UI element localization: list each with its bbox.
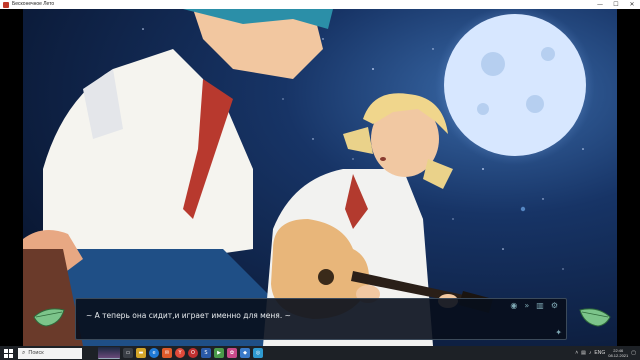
leaf-back-icon[interactable] xyxy=(32,306,66,328)
store-icon[interactable]: ◆ xyxy=(240,348,250,358)
yandex-icon[interactable]: Y xyxy=(175,348,185,358)
chevron-up-icon[interactable]: ˄ xyxy=(575,350,578,356)
clock[interactable]: 22:46 08.12.2021 xyxy=(608,348,628,358)
media-icon[interactable]: ▶ xyxy=(214,348,224,358)
start-button[interactable] xyxy=(0,346,16,360)
game-scene[interactable] xyxy=(23,9,617,346)
title-bar: Бесконечное Лето — ☐ ✕ xyxy=(0,0,640,9)
letterbox-right xyxy=(617,9,640,346)
mail-icon[interactable]: ✉ xyxy=(162,348,172,358)
taskbar: ⌕ Поиск ▭ ▬ e ✉ Y O S ▶ ✿ ◆ ◎ ˄ ▤ ♪ ENG … xyxy=(0,346,640,360)
notification-icon[interactable]: ▢ xyxy=(631,350,636,356)
window-title: Бесконечное Лето xyxy=(12,1,55,7)
star-icon[interactable]: ✦ xyxy=(555,328,562,337)
search-placeholder: Поиск xyxy=(28,350,44,356)
moon xyxy=(444,14,586,156)
task-view-icon[interactable]: ▭ xyxy=(123,348,133,358)
opera-icon[interactable]: O xyxy=(188,348,198,358)
steam-icon[interactable]: S xyxy=(201,348,211,358)
network-icon[interactable]: ▤ xyxy=(581,350,586,356)
search-input[interactable]: ⌕ Поиск xyxy=(18,347,82,359)
skip-icon[interactable]: » xyxy=(524,301,529,310)
game-icon xyxy=(3,1,9,8)
scene-artwork xyxy=(23,9,617,346)
search-icon: ⌕ xyxy=(22,349,26,356)
dialogue-text: ~ А теперь она сидит,и играет именно для… xyxy=(86,311,291,320)
letterbox-left xyxy=(0,9,23,346)
browser-icon[interactable]: e xyxy=(149,348,159,358)
dialogue-box[interactable]: ~ А теперь она сидит,и играет именно для… xyxy=(75,298,567,340)
windows-icon xyxy=(3,348,13,358)
minimize-button[interactable]: — xyxy=(592,0,608,9)
clock-date: 08.12.2021 xyxy=(608,353,629,358)
taskbar-apps: ▭ ▬ e ✉ Y O S ▶ ✿ ◆ ◎ xyxy=(98,347,263,359)
maximize-button[interactable]: ☐ xyxy=(608,0,624,9)
file-explorer-icon[interactable]: ▬ xyxy=(136,348,146,358)
eye-icon[interactable]: ◉ xyxy=(510,301,517,310)
dialogue-menu: ◉ » ▥ ⚙ xyxy=(510,301,558,310)
photos-icon[interactable]: ✿ xyxy=(227,348,237,358)
system-tray: ˄ ▤ ♪ ENG 22:46 08.12.2021 ▢ xyxy=(575,346,636,360)
language-indicator[interactable]: ENG xyxy=(594,350,605,356)
save-icon[interactable]: ▥ xyxy=(536,301,544,310)
volume-icon[interactable]: ♪ xyxy=(589,350,592,356)
game-window: Бесконечное Лето — ☐ ✕ ~ А теперь она си… xyxy=(0,0,640,346)
viewer-icon[interactable]: ◎ xyxy=(253,348,263,358)
taskbar-app-game[interactable] xyxy=(98,347,120,359)
leaf-forward-icon[interactable] xyxy=(578,306,612,328)
close-button[interactable]: ✕ xyxy=(624,0,640,9)
settings-icon[interactable]: ⚙ xyxy=(551,301,558,310)
